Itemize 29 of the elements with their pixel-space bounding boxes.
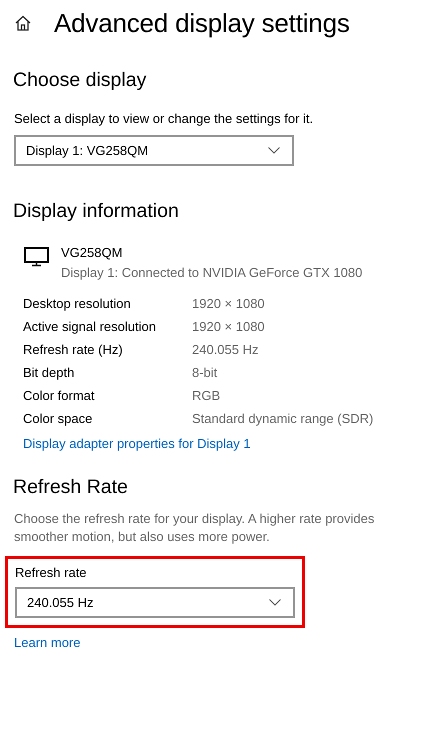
section-heading: Refresh Rate (13, 476, 129, 499)
home-icon[interactable] (14, 14, 32, 32)
section-description: Select a display to view or change the settings for it. (14, 111, 314, 126)
property-label: Color format (23, 388, 96, 403)
property-label: Refresh rate (Hz) (23, 342, 124, 357)
monitor-subtitle: Display 1: Connected to NVIDIA GeForce GTX 1080 (61, 265, 362, 280)
property-label: Color space (23, 411, 94, 426)
learn-more-link[interactable]: Learn more (14, 635, 80, 650)
display-dropdown[interactable]: Display 1: VG258QM (14, 135, 294, 166)
adapter-properties-link[interactable]: Display adapter properties for Display 1 (23, 436, 251, 451)
chevron-down-icon (269, 599, 281, 606)
property-value: 1920 × 1080 (192, 319, 266, 334)
section-heading: Display information (13, 200, 180, 223)
property-value: 1920 × 1080 (192, 296, 266, 311)
page-title: Advanced display settings (54, 8, 350, 38)
field-label: Refresh rate (15, 565, 88, 580)
property-value: 8-bit (192, 365, 218, 380)
section-description: Choose the refresh rate for your display. A higher rate provides smoother motion, but also uses more power. (14, 510, 376, 546)
refresh-rate-dropdown[interactable]: 240.055 Hz (15, 587, 295, 618)
property-value: RGB (192, 388, 222, 403)
property-label: Desktop resolution (23, 296, 132, 311)
property-value: 240.055 Hz (192, 342, 260, 357)
property-label: Active signal resolution (23, 319, 157, 334)
monitor-name: VG258QM (61, 245, 124, 260)
chevron-down-icon (268, 147, 280, 154)
monitor-icon (24, 247, 49, 267)
section-heading: Choose display (13, 69, 148, 92)
property-label: Bit depth (23, 365, 76, 380)
property-value: Standard dynamic range (SDR) (192, 411, 374, 426)
